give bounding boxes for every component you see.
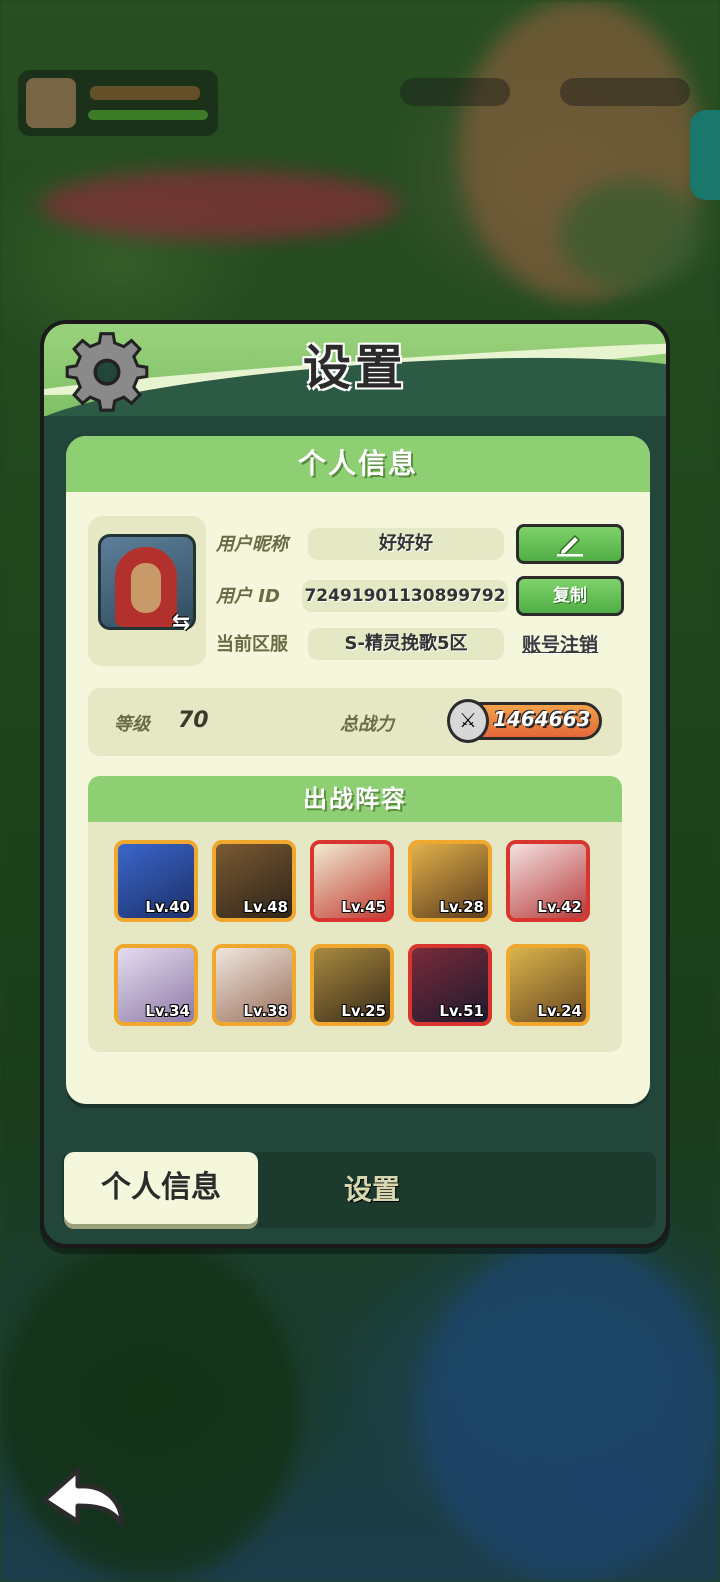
- nickname-label: 用户昵称: [216, 534, 288, 555]
- tab-profile[interactable]: 个人信息: [64, 1152, 258, 1224]
- hero-slot[interactable]: Lv.24: [506, 944, 590, 1026]
- lineup-title: 出战阵容: [88, 776, 622, 822]
- level-value: 70: [178, 708, 209, 733]
- lineup-panel: 出战阵容 Lv.40 Lv.48 Lv.45 Lv.28 Lv.42 Lv.34…: [88, 776, 622, 1052]
- power-badge: ⚔ 1464663: [447, 699, 602, 743]
- stats-row: 等级 70 总战力 ⚔ 1464663: [88, 688, 622, 756]
- account-cancel-link[interactable]: 账号注销: [522, 630, 598, 657]
- hero-slot[interactable]: Lv.51: [408, 944, 492, 1026]
- server-field: S-精灵挽歌5区: [308, 628, 504, 660]
- back-arrow-icon[interactable]: [38, 1460, 128, 1532]
- hero-slot[interactable]: Lv.40: [114, 840, 198, 922]
- settings-modal: 设置 个人信息 ⇆ 用户昵称 好好好 用户 ID 724919011308997…: [40, 320, 670, 1248]
- hero-slot[interactable]: Lv.34: [114, 944, 198, 1026]
- crossed-swords-icon: ⚔: [447, 699, 489, 743]
- nickname-field: 好好好: [308, 528, 504, 560]
- user-id-field: 72491901130899792: [302, 580, 508, 612]
- hero-level: Lv.51: [439, 1002, 484, 1020]
- hero-level: Lv.28: [439, 898, 484, 916]
- pencil-icon: [557, 534, 583, 557]
- level-label: 等级: [114, 714, 150, 735]
- hero-level: Lv.45: [341, 898, 386, 916]
- hero-level: Lv.40: [145, 898, 190, 916]
- modal-tabs: 个人信息 设置: [62, 1152, 656, 1228]
- power-value: 1464663: [493, 707, 591, 731]
- avatar-frame[interactable]: ⇆: [88, 516, 206, 666]
- hero-level: Lv.24: [537, 1002, 582, 1020]
- hero-level: Lv.25: [341, 1002, 386, 1020]
- hero-slot[interactable]: Lv.42: [506, 840, 590, 922]
- modal-title: 设置: [302, 340, 407, 396]
- hero-slot[interactable]: Lv.25: [310, 944, 394, 1026]
- hero-slot[interactable]: Lv.38: [212, 944, 296, 1026]
- hero-slot[interactable]: Lv.45: [310, 840, 394, 922]
- edit-nickname-button[interactable]: [516, 524, 624, 564]
- user-id-label: 用户 ID: [216, 586, 280, 607]
- hero-slot[interactable]: Lv.28: [408, 840, 492, 922]
- hero-level: Lv.38: [243, 1002, 288, 1020]
- tab-settings[interactable]: 设置: [302, 1152, 442, 1228]
- server-label: 当前区服: [216, 634, 288, 655]
- modal-header: 设置: [44, 324, 666, 416]
- hero-slot[interactable]: Lv.48: [212, 840, 296, 922]
- copy-id-button[interactable]: 复制: [516, 576, 624, 616]
- hero-level: Lv.42: [537, 898, 582, 916]
- hero-level: Lv.48: [243, 898, 288, 916]
- avatar-face: [131, 563, 161, 613]
- swap-arrows-icon[interactable]: ⇆: [172, 610, 190, 635]
- section-title: 个人信息: [66, 436, 650, 492]
- power-label: 总战力: [340, 714, 394, 735]
- hero-level: Lv.34: [145, 1002, 190, 1020]
- profile-card: 个人信息 ⇆ 用户昵称 好好好 用户 ID 72491901130899792 …: [66, 436, 650, 1104]
